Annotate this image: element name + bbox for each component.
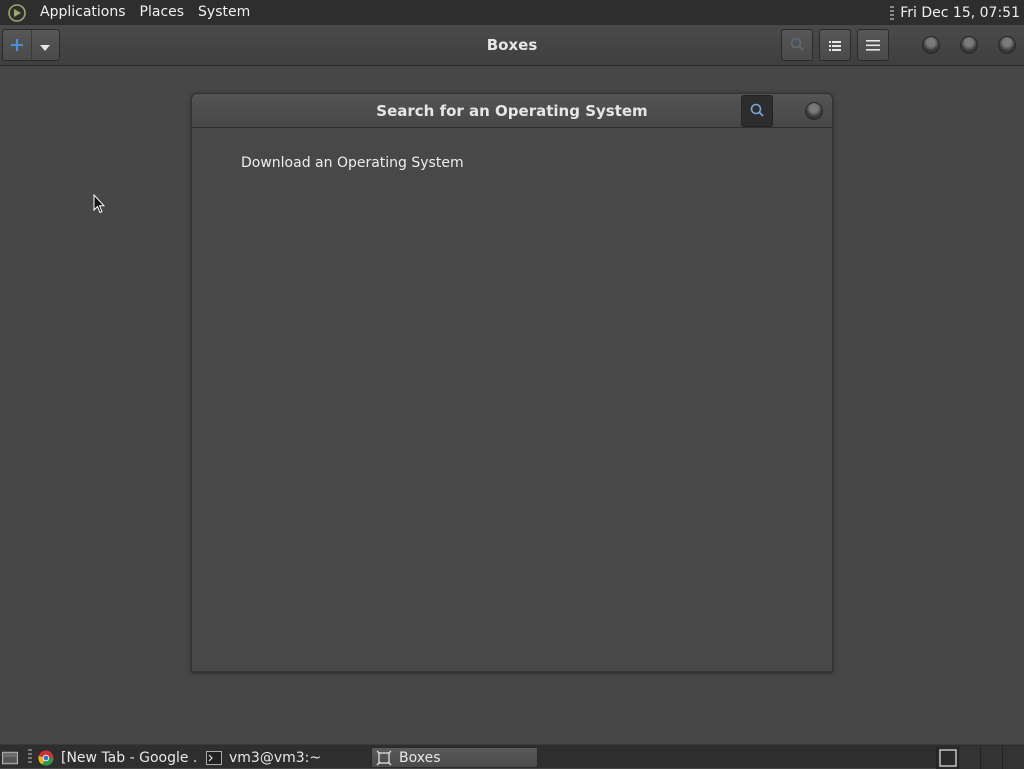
menu-button[interactable] — [857, 29, 889, 61]
taskbar-item-label: Boxes — [399, 749, 441, 766]
menu-icon — [866, 36, 880, 55]
taskbar: [New Tab - Google ... vm3@vm3:~ Boxes — [0, 744, 1024, 769]
list-view-button[interactable] — [819, 29, 851, 61]
taskbar-item-label: vm3@vm3:~ — [229, 749, 322, 766]
search-icon — [790, 36, 804, 55]
close-icon[interactable] — [998, 36, 1016, 54]
dialog-search-button[interactable] — [741, 95, 773, 127]
menu-applications[interactable]: Applications — [33, 0, 133, 25]
search-button[interactable] — [781, 29, 813, 61]
workspace-2[interactable] — [958, 746, 980, 769]
chrome-icon — [38, 750, 54, 766]
clock[interactable]: Fri Dec 15, 07:51 — [900, 5, 1024, 21]
search-os-dialog: Search for an Operating System Download … — [191, 93, 833, 672]
workspace-3[interactable] — [980, 746, 1002, 769]
top-panel: Applications Places System Fri Dec 15, 0… — [0, 0, 1024, 25]
panel-handle[interactable] — [890, 5, 895, 20]
distro-logo-icon[interactable] — [7, 3, 27, 23]
dialog-header: Search for an Operating System — [192, 94, 832, 128]
menu-places[interactable]: Places — [133, 0, 192, 25]
taskbar-item-label: [New Tab - Google ... — [61, 749, 198, 766]
dialog-title: Search for an Operating System — [376, 102, 648, 120]
taskbar-item-boxes[interactable]: Boxes — [371, 747, 538, 768]
search-icon — [750, 102, 764, 121]
workspace-switcher — [936, 746, 1024, 769]
download-os-link[interactable]: Download an Operating System — [241, 155, 464, 171]
boxes-icon — [376, 750, 392, 766]
taskbar-item-terminal[interactable]: vm3@vm3:~ — [206, 747, 368, 768]
workspace-4[interactable] — [1002, 746, 1024, 769]
show-desktop-button[interactable] — [2, 747, 24, 768]
maximize-icon[interactable] — [960, 36, 978, 54]
mouse-cursor-icon — [93, 193, 106, 218]
header-bar: Boxes — [0, 25, 1024, 66]
minimize-icon[interactable] — [922, 36, 940, 54]
taskbar-item-chrome[interactable]: [New Tab - Google ... — [38, 747, 198, 768]
workspace-1[interactable] — [936, 746, 958, 769]
close-icon[interactable] — [805, 102, 823, 120]
list-view-icon — [829, 36, 841, 55]
menu-system[interactable]: System — [191, 0, 257, 25]
show-desktop-icon — [2, 750, 18, 766]
terminal-icon — [206, 750, 222, 766]
